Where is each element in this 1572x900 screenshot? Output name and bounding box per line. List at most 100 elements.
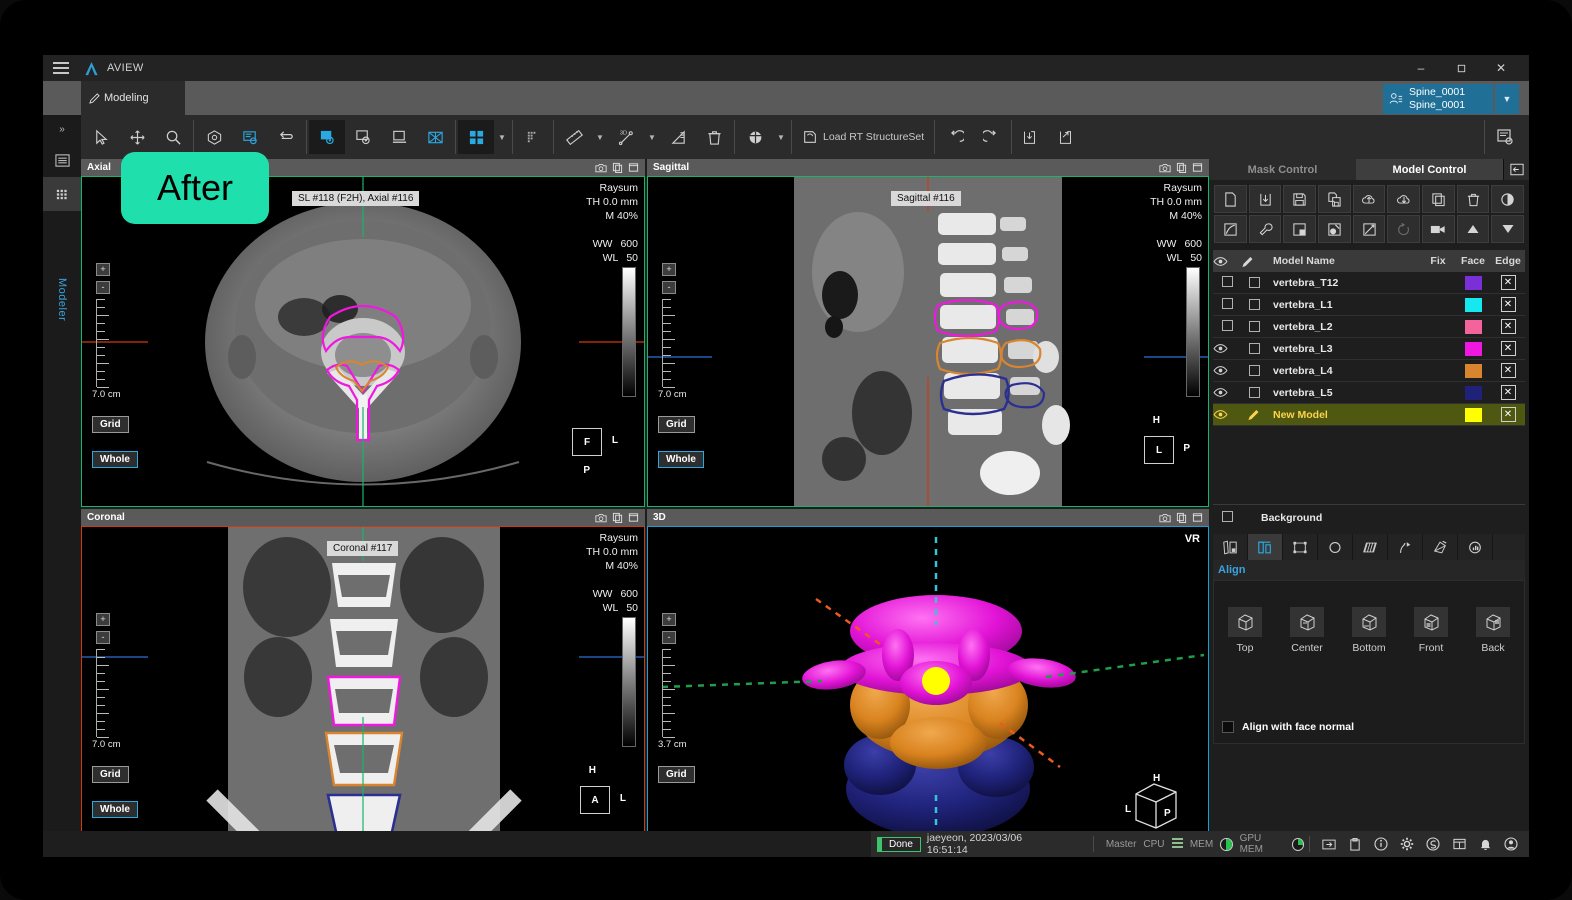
edit-toggle[interactable] [1241,277,1267,288]
camera-icon[interactable] [595,162,607,173]
face-color-swatch[interactable] [1455,319,1491,334]
edge-toggle[interactable]: ✕ [1491,341,1525,356]
zoom-out-button-sagittal[interactable]: - [662,281,676,294]
redo-icon[interactable] [973,120,1009,154]
pencil-icon[interactable] [1241,255,1267,268]
camera-icon[interactable] [595,512,607,523]
edge-toggle[interactable]: ✕ [1491,385,1525,400]
measure-3d-icon[interactable]: 3D [608,120,644,154]
face-color-swatch[interactable] [1455,275,1491,290]
trash-icon[interactable] [696,120,732,154]
save-job-button[interactable] [1014,120,1050,154]
subtab-align[interactable] [1248,534,1283,560]
table-row[interactable]: vertebra_L2 ✕ [1213,316,1525,338]
face-color-swatch[interactable] [1455,297,1491,312]
table-row-selected[interactable]: New Model ✕ [1213,404,1525,426]
camera-video-icon[interactable] [1422,215,1455,243]
table-row[interactable]: vertebra_L5 ✕ [1213,382,1525,404]
orientation-cube-3d[interactable]: H L P [1120,772,1186,832]
edit-toggle[interactable] [1241,321,1267,332]
visibility-toggle[interactable] [1213,319,1241,334]
face-color-swatch[interactable] [1455,363,1491,378]
align-back-button[interactable] [1476,607,1510,637]
close-button[interactable]: ✕ [1481,55,1521,81]
patient-selector[interactable]: Spine_0001 Spine_0001 [1383,84,1493,114]
user-icon[interactable] [1499,833,1523,855]
triangle-down-icon[interactable] [1491,215,1525,243]
module-tab-modeling[interactable]: Modeling [81,81,185,115]
edit-toggle[interactable] [1241,387,1267,398]
visibility-toggle[interactable] [1213,387,1241,398]
viewport-canvas-axial[interactable]: SL #118 (F2H), Axial #116 Raysum TH 0.0 … [81,176,645,507]
edge-toggle[interactable]: ✕ [1491,275,1525,290]
viewport-coronal[interactable]: Coronal Coronal #117 Raysum TH 0.0 mm M … [81,509,645,857]
whole-button-axial[interactable]: Whole [92,451,138,468]
mask-outline-icon[interactable] [345,120,381,154]
subtab-circle[interactable] [1318,534,1353,560]
viewport-canvas-coronal[interactable]: Coronal #117 Raysum TH 0.0 mm M 40% WW 60… [81,526,645,857]
measure-3d-chevron-down-icon[interactable]: ▼ [644,120,660,154]
triangle-up-icon[interactable] [1456,215,1490,243]
copy-icon[interactable] [1176,162,1187,173]
visibility-toggle[interactable] [1213,365,1241,376]
edge-toggle[interactable]: ✕ [1491,363,1525,378]
zoom-in-button-sagittal[interactable]: + [662,263,676,276]
smooth-icon[interactable] [1214,215,1247,243]
viewport-canvas-3d[interactable]: VR + - 3.7 cm Grid H L P [647,526,1209,857]
edit-toggle[interactable] [1241,365,1267,376]
boolean-icon[interactable] [1318,215,1351,243]
edge-toggle[interactable]: ✕ [1491,407,1525,422]
window-level-colorbar-sagittal[interactable] [1186,267,1200,397]
info-icon[interactable] [1369,833,1393,855]
cloud-down-icon[interactable] [1387,185,1421,213]
visibility-toggle[interactable] [1213,409,1241,420]
import-icon[interactable] [1248,185,1282,213]
sidebar-item-list[interactable] [43,143,81,177]
edit-toggle[interactable] [1241,343,1267,354]
loop-icon[interactable] [268,120,304,154]
split-icon[interactable] [1283,215,1317,243]
align-bottom-button[interactable] [1352,607,1386,637]
viewport-canvas-sagittal[interactable]: Sagittal #116 Raysum TH 0.0 mm M 40% WW 6… [647,176,1209,507]
slab-icon[interactable] [381,120,417,154]
maximize-pane-icon[interactable] [628,512,639,523]
save-as-icon[interactable] [1318,185,1351,213]
patient-dropdown-chevron-down-icon[interactable]: ▼ [1495,84,1519,114]
align-top-button[interactable] [1228,607,1262,637]
camera-icon[interactable] [1159,512,1171,523]
save-icon[interactable] [1283,185,1317,213]
camera-icon[interactable] [1159,162,1171,173]
eye-icon[interactable] [1213,256,1241,267]
subtab-curve[interactable] [1388,534,1423,560]
window-icon[interactable] [1447,833,1471,855]
contrast-icon[interactable] [1491,185,1525,213]
copy-icon[interactable] [1176,512,1187,523]
ruler-icon[interactable] [556,120,592,154]
zoom-out-button-axial[interactable]: - [96,281,110,294]
window-level-colorbar-coronal[interactable] [622,617,636,747]
copy-icon[interactable] [612,512,623,523]
grid-button-coronal[interactable]: Grid [92,766,129,783]
maximize-pane-icon[interactable] [1192,512,1203,523]
face-color-swatch[interactable] [1455,385,1491,400]
table-row[interactable]: vertebra_L4 ✕ [1213,360,1525,382]
hamburger-menu-icon[interactable] [43,55,79,81]
face-color-swatch[interactable] [1455,341,1491,356]
load-rt-structureset-button[interactable]: Load RT StructureSet [794,120,932,154]
modeler-vertical-tab[interactable]: Modeler [43,245,81,355]
grid-button-sagittal[interactable]: Grid [658,416,695,433]
angle-icon[interactable] [660,120,696,154]
table-row[interactable]: vertebra_L3 ✕ [1213,338,1525,360]
panel-collapse-icon[interactable] [1503,159,1529,180]
whole-button-sagittal[interactable]: Whole [658,451,704,468]
duplicate-icon[interactable] [1422,185,1455,213]
preset-icon[interactable] [232,120,268,154]
sync-icon[interactable] [1421,833,1445,855]
viewport-3d[interactable]: 3D VR + - 3.7 cm Grid H L P [647,509,1209,857]
subtab-sculpt[interactable] [1213,534,1248,560]
zoom-in-button-3d[interactable]: + [662,613,676,626]
settings-window-icon[interactable] [1487,120,1523,154]
orbit-icon[interactable] [196,120,232,154]
table-row[interactable]: vertebra_L1 ✕ [1213,294,1525,316]
tab-model-control[interactable]: Model Control [1356,159,1503,180]
